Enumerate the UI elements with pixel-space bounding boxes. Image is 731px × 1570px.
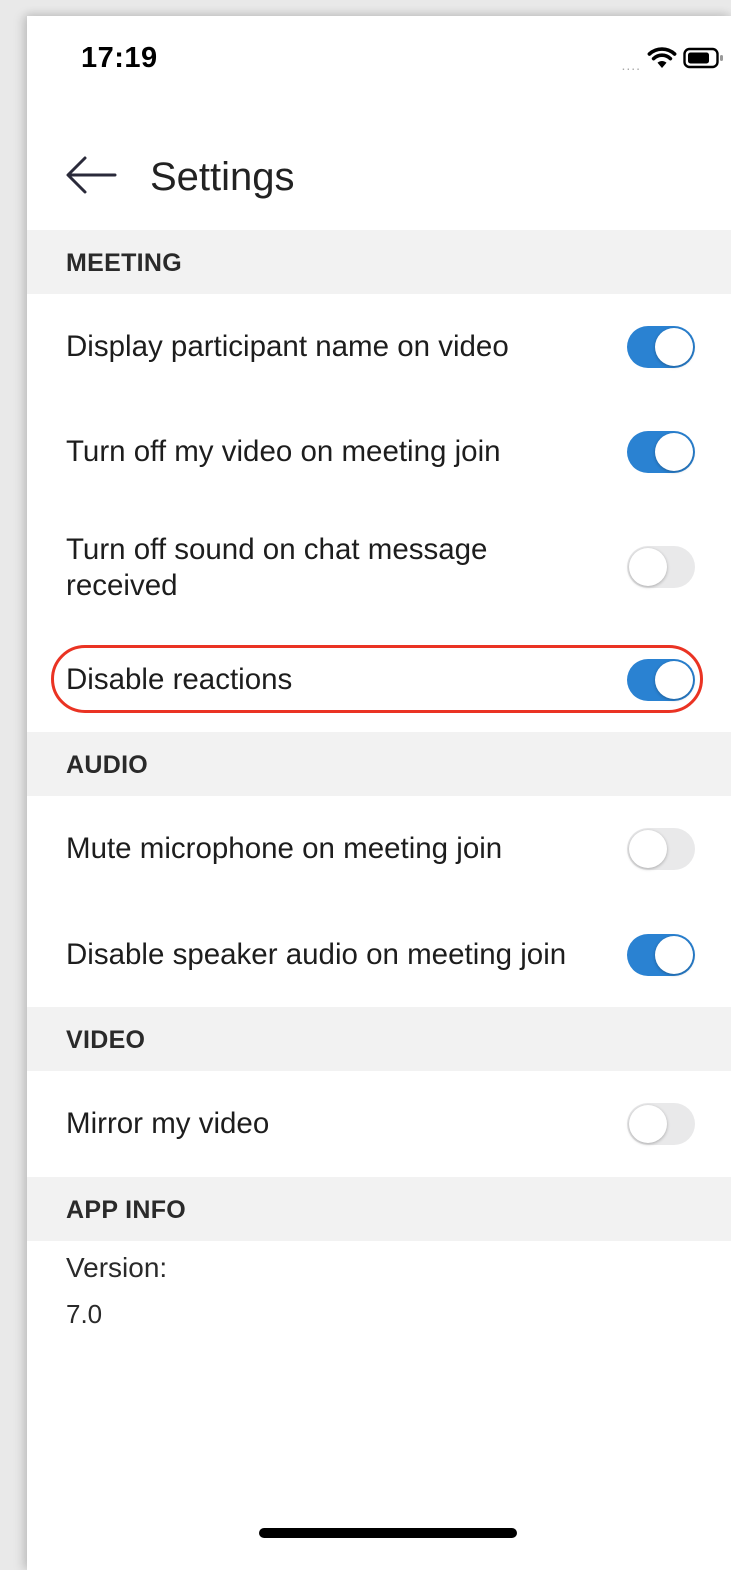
page-title: Settings	[150, 155, 295, 199]
setting-row-turn-off-chat-sound: Turn off sound on chat message received	[27, 504, 731, 624]
signal-icon: ....	[621, 56, 641, 73]
setting-row-display-participant-name: Display participant name on video	[27, 294, 731, 399]
setting-row-turn-off-video: Turn off my video on meeting join	[27, 399, 731, 504]
toggle-knob	[655, 661, 693, 699]
version-value: 7.0	[66, 1299, 103, 1329]
phone-screen: 17:19 .... Settings MEETING Display part…	[27, 16, 731, 1570]
section-title-audio: AUDIO	[66, 751, 149, 779]
arrow-left-icon	[66, 156, 117, 194]
toggle-disable-reactions[interactable]	[627, 659, 695, 701]
home-indicator[interactable]	[259, 1528, 517, 1538]
setting-label: Mirror my video	[66, 1107, 270, 1140]
version-label: Version:	[66, 1252, 168, 1283]
back-button[interactable]	[63, 153, 119, 197]
toggle-knob	[655, 328, 693, 366]
status-icons: ....	[621, 46, 725, 75]
toggle-knob	[655, 433, 693, 471]
setting-row-disable-speaker: Disable speaker audio on meeting join	[27, 902, 731, 1007]
section-header-audio: AUDIO	[27, 732, 731, 796]
setting-label: Mute microphone on meeting join	[66, 832, 503, 865]
setting-label: Turn off sound on chat message received	[66, 533, 488, 602]
setting-row-mirror-video: Mirror my video	[27, 1071, 731, 1177]
section-header-app-info: APP INFO	[27, 1177, 731, 1241]
status-time: 17:19	[81, 42, 158, 74]
toggle-display-participant-name[interactable]	[627, 326, 695, 368]
toggle-knob	[629, 1105, 667, 1143]
setting-label: Display participant name on video	[66, 330, 509, 363]
setting-label: Disable speaker audio on meeting join	[66, 938, 567, 971]
wifi-icon	[647, 46, 677, 75]
toggle-turn-off-video[interactable]	[627, 431, 695, 473]
toggle-mute-microphone[interactable]	[627, 828, 695, 870]
setting-label: Turn off my video on meeting join	[66, 435, 501, 468]
toggle-disable-speaker[interactable]	[627, 934, 695, 976]
section-title-meeting: MEETING	[66, 249, 182, 277]
toggle-knob	[655, 936, 693, 974]
toggle-mirror-video[interactable]	[627, 1103, 695, 1145]
setting-label: Disable reactions	[66, 663, 293, 696]
section-header-video: VIDEO	[27, 1007, 731, 1071]
battery-icon	[683, 46, 725, 75]
header: Settings	[27, 121, 731, 231]
section-title-app-info: APP INFO	[66, 1196, 187, 1224]
setting-row-disable-reactions: Disable reactions	[27, 626, 731, 732]
toggle-knob	[629, 830, 667, 868]
status-bar: 17:19 ....	[27, 16, 731, 106]
toggle-turn-off-chat-sound[interactable]	[627, 546, 695, 588]
setting-row-mute-microphone: Mute microphone on meeting join	[27, 796, 731, 902]
section-header-meeting: MEETING	[27, 230, 731, 294]
toggle-knob	[629, 548, 667, 586]
section-title-video: VIDEO	[66, 1026, 146, 1054]
